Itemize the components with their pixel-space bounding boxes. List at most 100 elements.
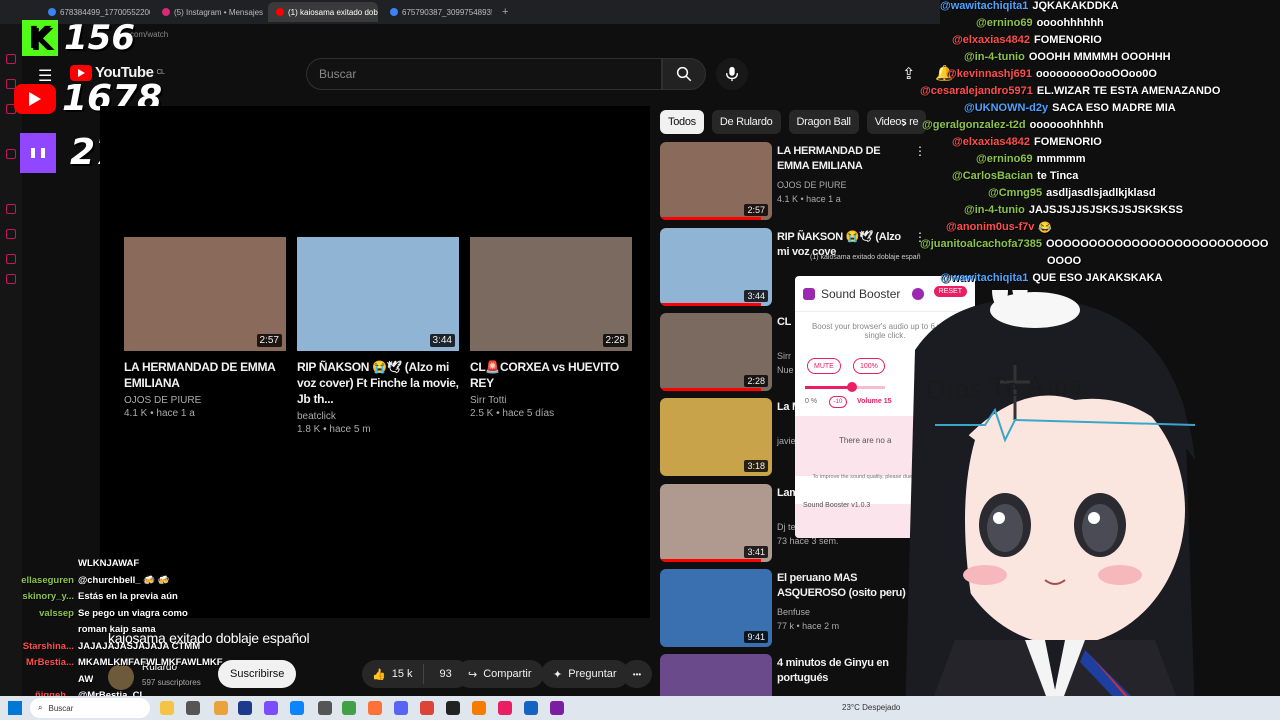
twitch-icon	[20, 132, 56, 173]
address-bar[interactable]: com/watch	[130, 30, 168, 39]
upload-icon[interactable]: ⇪	[902, 64, 915, 84]
taskbar-app-icon[interactable]	[472, 701, 486, 715]
volume-slider[interactable]	[805, 382, 885, 392]
rec-channel[interactable]: Dj te	[777, 522, 796, 532]
no-tabs-text: There are no a	[839, 436, 892, 445]
rec-thumbnail[interactable]: 2:57	[660, 142, 772, 220]
endcard[interactable]: 2:57 LA HERMANDAD DE EMMA EMILIANA OJOS DE…	[124, 237, 286, 419]
taskbar-app-icon[interactable]	[524, 701, 538, 715]
browser-tab[interactable]: 675790387_309975489350	[382, 2, 492, 22]
endcard-title[interactable]: RIP ÑAKSON 😭🕊 (Alzo mi voz cover) Ft Fin…	[297, 359, 459, 407]
chat-message: @anonim0us-f7v 😂	[920, 221, 1280, 238]
chevron-right-icon[interactable]: ›	[902, 114, 907, 130]
browser-tab[interactable]: (5) Instagram • Mensajes	[154, 2, 264, 22]
ask-button[interactable]: ✦ Preguntar	[541, 660, 629, 688]
chat-username: @in-4-tunio	[964, 51, 1025, 63]
chat-text: OOOOOOOOOOOOOOOOOOOOOOOOOO	[1046, 238, 1269, 250]
rec-channel[interactable]: Benfuse	[777, 607, 810, 617]
youtube-icon	[14, 83, 56, 114]
endcard-thumbnail[interactable]: 2:28	[470, 237, 632, 351]
percent-button[interactable]: 100%	[853, 358, 885, 374]
chat-text: OOOO	[1047, 255, 1082, 267]
endcard-title[interactable]: CL🚨CORXEA vs HUEVITO REY	[470, 359, 632, 391]
chip-videos-relacionados[interactable]: Videos re	[866, 110, 927, 134]
like-button[interactable]: 👍 15 k	[362, 664, 424, 684]
search-icon: ⌕	[38, 703, 43, 712]
endcard-meta: 4.1 K • hace 1 a	[124, 408, 195, 419]
taskbar-app-icon[interactable]	[186, 701, 200, 715]
voice-search-button[interactable]	[716, 58, 748, 90]
more-actions-button[interactable]: •••	[622, 660, 652, 688]
mute-button[interactable]: MUTE	[807, 358, 841, 374]
taskbar-app-icon[interactable]	[446, 701, 460, 715]
taskbar-app-icon[interactable]	[498, 701, 512, 715]
sidebar-app-icon[interactable]	[6, 54, 16, 64]
rec-title[interactable]: El peruano MAS ASQUEROSO (osito peru)	[777, 571, 907, 601]
chip-todos[interactable]: Todos	[660, 110, 704, 134]
taskbar-app-icon[interactable]	[318, 701, 332, 715]
chat-message: @geralgonzalez-t2d oooooohhhhh	[920, 119, 1280, 136]
tab-label: 675790387_309975489350	[402, 7, 492, 17]
endcard[interactable]: 3:44 RIP ÑAKSON 😭🕊 (Alzo mi voz cover) Ft…	[297, 237, 459, 435]
endcard-title[interactable]: LA HERMANDAD DE EMMA EMILIANA	[124, 359, 286, 391]
chat-text: WLKNJAWAF	[78, 558, 140, 569]
endcard-meta: 1.8 K • hace 5 m	[297, 424, 371, 435]
taskbar-search[interactable]: ⌕ Buscar	[30, 698, 150, 718]
chat-message: MrBestia... MKAMLKMFAFWLMKFAWLMKF	[0, 657, 230, 674]
browser-tab-bar: 678384499_17700552200 (5) Instagram • Me…	[0, 0, 940, 24]
rec-channel[interactable]: OJOS DE PIURE	[777, 180, 847, 190]
endcard-channel[interactable]: Sirr Totti	[470, 395, 632, 406]
rec-channel[interactable]: javie	[777, 436, 796, 446]
taskbar-app-icon[interactable]	[238, 701, 252, 715]
chat-message: @elxaxias4842 FOMENORIO	[920, 136, 1280, 153]
search-button[interactable]	[662, 58, 706, 90]
endcard-channel[interactable]: OJOS DE PIURE	[124, 395, 286, 406]
rec-title[interactable]: LA HERMANDAD DE EMMA EMILIANA	[777, 144, 907, 174]
weather-widget[interactable]: 23°C Despejado	[842, 703, 900, 712]
volume-knob[interactable]	[847, 382, 857, 392]
taskbar-app-icon[interactable]	[214, 701, 228, 715]
rec-channel[interactable]: Sirr	[777, 351, 791, 361]
sidebar-app-icon[interactable]	[6, 229, 16, 239]
taskbar-app-icon[interactable]	[394, 701, 408, 715]
chip-dragon-ball[interactable]: Dragon Ball	[788, 110, 859, 134]
share-button[interactable]: ↪ Compartir	[456, 660, 544, 688]
duration-badge: 3:44	[744, 290, 768, 302]
facebook-icon	[390, 8, 398, 16]
rec-thumbnail[interactable]: 3:18	[660, 398, 772, 476]
taskbar-app-icon[interactable]	[290, 701, 304, 715]
taskbar-app-icon[interactable]	[160, 701, 174, 715]
chat-username: @kevinnashj691	[946, 68, 1032, 80]
chip-de-rulardo[interactable]: De Rulardo	[711, 110, 781, 134]
rec-thumbnail[interactable]: 3:41	[660, 484, 772, 562]
chat-text: MKAMLKMFAFWLMKFAWLMKF	[78, 657, 223, 668]
taskbar-app-icon[interactable]	[420, 701, 434, 715]
chat-message: roman kaip sama	[0, 624, 230, 641]
rec-title[interactable]: 4 minutos de Ginyu en portugués	[777, 656, 907, 686]
sidebar-app-icon[interactable]	[6, 254, 16, 264]
new-tab-button[interactable]: +	[496, 6, 514, 18]
endcard-thumbnail[interactable]: 2:57	[124, 237, 286, 351]
step-button[interactable]: -10	[829, 396, 847, 408]
endcard-thumbnail[interactable]: 3:44	[297, 237, 459, 351]
duration-badge: 2:57	[744, 204, 768, 216]
rec-thumbnail[interactable]: 9:41	[660, 569, 772, 647]
chat-text: Estás en la previa aún	[78, 591, 178, 602]
taskbar-app-icon[interactable]	[264, 701, 278, 715]
endcard-channel[interactable]: beatclick	[297, 411, 459, 422]
endcard[interactable]: 2:28 CL🚨CORXEA vs HUEVITO REY Sirr Totti 2.…	[470, 237, 632, 419]
recommendation-item[interactable]: 2:57 LA HERMANDAD DE EMMA EMILIANA OJOS DE…	[660, 142, 940, 220]
rec-thumbnail[interactable]: 3:44	[660, 228, 772, 306]
taskbar-app-icon[interactable]	[368, 701, 382, 715]
rec-thumbnail[interactable]: 2:28	[660, 313, 772, 391]
browser-tab-active[interactable]: (1) kaiosama exitado dobla	[268, 2, 378, 22]
taskbar-app-icon[interactable]	[342, 701, 356, 715]
taskbar-app-icon[interactable]	[550, 701, 564, 715]
sidebar-app-icon[interactable]	[6, 149, 16, 159]
chat-message: ellaseguren @churchbell_ 🍻 🍻	[0, 575, 230, 592]
sidebar-app-icon[interactable]	[6, 204, 16, 214]
windows-start-icon[interactable]	[8, 701, 22, 715]
chat-username: ellaseguren	[21, 574, 74, 586]
sidebar-app-icon[interactable]	[6, 274, 16, 284]
search-input[interactable]: Buscar	[306, 58, 662, 90]
